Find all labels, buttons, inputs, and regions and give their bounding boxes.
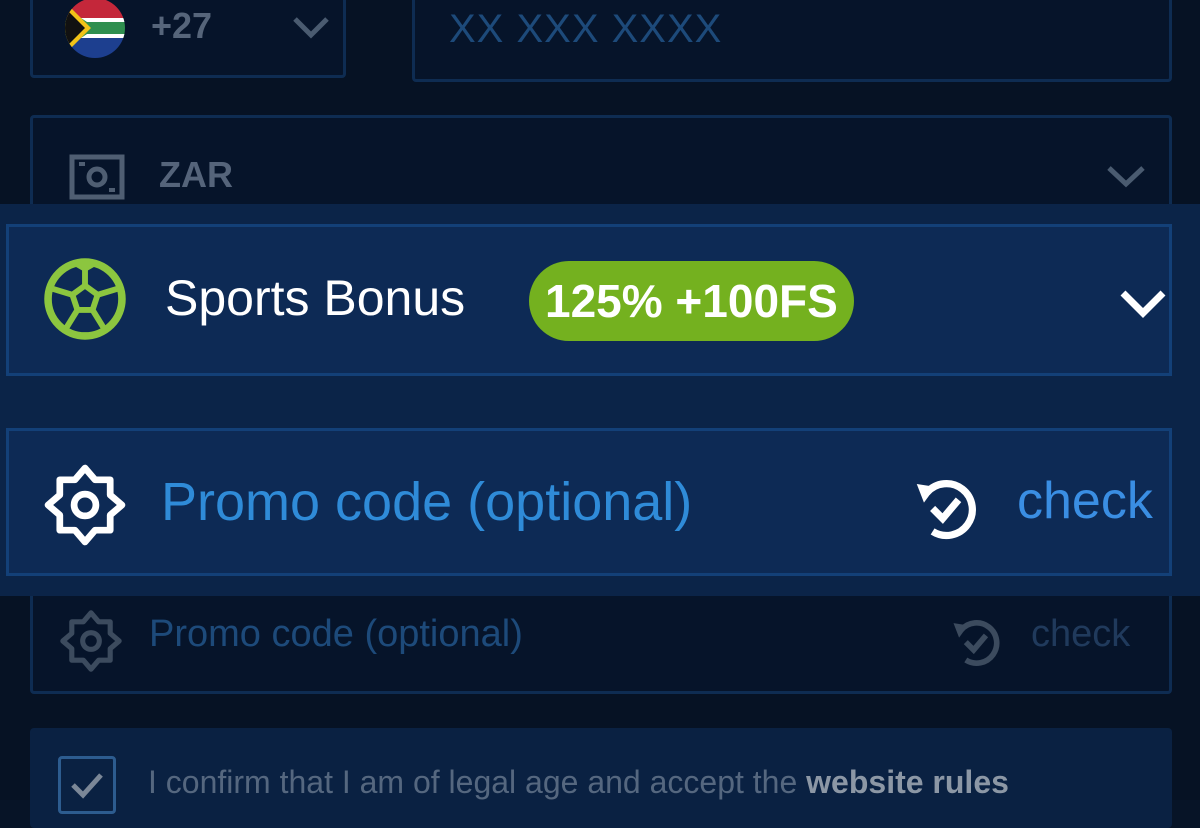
promo-placeholder: Promo code (optional) [161,472,693,532]
chevron-down-icon [1117,285,1169,321]
gear-badge-icon [43,463,127,547]
bonus-badge: 125% +100FS [529,261,854,341]
soccer-ball-icon [43,257,127,341]
bonus-select[interactable]: Sports Bonus 125% +100FS [6,224,1172,376]
gear-badge-icon [59,609,123,673]
refresh-check-icon[interactable] [911,471,983,543]
country-code-text: +27 [151,5,213,46]
age-confirm-text: I confirm that I am of legal age and acc… [148,764,1009,800]
website-rules-link[interactable]: website rules [806,764,1009,800]
age-confirm-checkbox[interactable] [58,756,116,814]
currency-value: ZAR [159,154,233,195]
promo-placeholder: Promo code (optional) [149,613,523,655]
check-promo-link[interactable]: check [1017,471,1153,531]
refresh-check-icon [949,613,1005,669]
promo-code-input[interactable]: Promo code (optional) check [6,428,1172,576]
age-confirmation: I confirm that I am of legal age and acc… [30,728,1172,828]
check-promo-link[interactable]: check [1031,613,1130,656]
phone-number-input[interactable]: XX XXX XXXX [412,0,1172,82]
promo-code-field-background[interactable]: Promo code (optional) check [30,590,1172,694]
chevron-down-icon [1105,162,1147,190]
phone-placeholder: XX XXX XXXX [449,7,723,51]
country-code-select[interactable]: +27 [30,0,346,78]
south-africa-flag-icon [65,0,125,58]
chevron-down-icon [291,13,331,41]
banknote-icon [69,154,125,200]
bonus-title: Sports Bonus [165,270,466,326]
